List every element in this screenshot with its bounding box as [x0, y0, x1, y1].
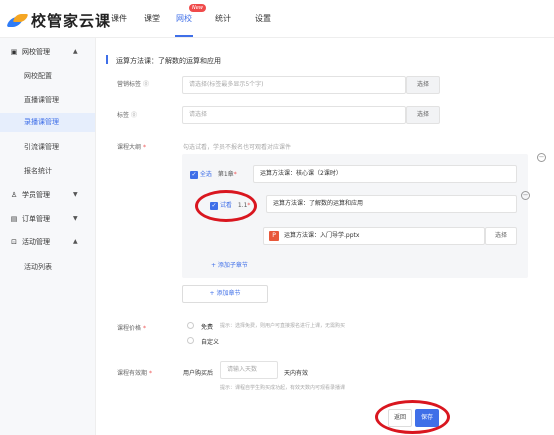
sidebar-group-orders[interactable]: ▤ 订单管理 [10, 214, 50, 224]
help-icon: ⓪ [142, 81, 149, 88]
chevron-down-icon[interactable]: ▼ [73, 215, 78, 222]
price-custom-label[interactable]: 自定义 [201, 337, 219, 346]
file-select-button[interactable]: 选择 [485, 227, 517, 245]
tags-label: 标签 ⓪ [117, 112, 137, 119]
price-free-hint: 提示：选择免费，则用户可直接报名进行上课，无需购买 [220, 323, 346, 329]
marketing-tag-label: 营销标签 ⓪ [117, 81, 149, 88]
chevron-up-icon[interactable]: ▲ [73, 48, 78, 55]
app-logo[interactable]: 校管家云课 [6, 10, 112, 31]
sidebar-item-live-courses[interactable]: 直播课管理 [24, 95, 59, 105]
gift-icon: ⊡ [11, 238, 17, 246]
top-bar: 校管家云课 课件 课堂 网校 New 统计 设置 [0, 0, 554, 38]
sidebar-group-students[interactable]: ♙ 学员管理 [10, 190, 50, 200]
price-free-label[interactable]: 免费 [201, 322, 213, 331]
nav-classroom[interactable]: 课堂 [144, 13, 160, 24]
validity-hint: 提示：课程自学生购买成功起，有效天数内可观看录播课 [220, 385, 346, 391]
sidebar-item-activity-list[interactable]: 活动列表 [24, 262, 52, 272]
validity-label: 课程有效期 * [117, 370, 152, 377]
sidebar-item-lead-courses[interactable]: 引流课管理 [24, 142, 59, 152]
marketing-tag-input[interactable]: 请选择(标签最多显示5个字) [182, 76, 406, 94]
chevron-up-icon[interactable]: ▲ [73, 238, 78, 245]
add-sub-section-link[interactable]: + 添加子章节 [211, 260, 248, 269]
add-chapter-button[interactable]: + 添加章节 [182, 285, 268, 303]
monitor-icon: ▣ [10, 48, 18, 56]
select-all-checkbox[interactable]: ✓ [190, 170, 198, 179]
sidebar-item-config[interactable]: 网校配置 [24, 71, 52, 81]
nav-online-school[interactable]: 网校 [176, 13, 192, 24]
annotation-circle-trial [195, 190, 257, 222]
chapter-number: 第1章 [217, 171, 234, 178]
nav-courseware[interactable]: 课件 [111, 13, 127, 24]
chapter-row-controls: ✓ 全选 第1章* [190, 170, 237, 179]
remove-section-icon[interactable]: − [521, 191, 530, 200]
app-name: 校管家云课 [31, 12, 112, 30]
section-title-input[interactable]: 运算方法课：了解数的运算和应用 [266, 195, 517, 213]
chapter-title-input[interactable]: 运算方法课：核心课（2课时） [253, 165, 517, 183]
new-badge: New [189, 4, 206, 12]
price-custom-radio[interactable] [187, 337, 194, 344]
tags-input[interactable]: 请选择 [182, 106, 406, 124]
price-free-radio[interactable] [187, 322, 194, 329]
file-name: 运算方法课：入门导学.pptx [284, 232, 360, 239]
sidebar: ▣ 网校管理 ▲ 网校配置 直播课管理 录播课管理 引流课管理 报名统计 ♙ 学员管… [0, 38, 96, 435]
nav-statistics[interactable]: 统计 [215, 13, 231, 24]
logo-icon [6, 13, 29, 28]
tags-select-button[interactable]: 选择 [406, 106, 440, 124]
sidebar-item-recorded-courses[interactable]: 录播课管理 [0, 113, 95, 132]
pptx-file-icon: P [269, 231, 279, 241]
remove-chapter-icon[interactable]: − [537, 153, 546, 162]
sidebar-item-enrollment-stats[interactable]: 报名统计 [24, 166, 52, 176]
nav-settings[interactable]: 设置 [255, 13, 271, 24]
user-icon: ♙ [10, 191, 18, 199]
section-accent-bar [106, 55, 108, 64]
chevron-down-icon[interactable]: ▼ [73, 191, 78, 198]
validity-suffix: 天内有效 [284, 370, 309, 377]
help-icon: ⓪ [130, 112, 137, 119]
document-icon: ▤ [10, 215, 18, 223]
outline-label: 课程大纲 * [117, 144, 146, 151]
validity-prefix: 用户购买后 [183, 370, 214, 377]
section-title: 运算方法课：了解数的运算和应用 [116, 57, 221, 65]
validity-days-input[interactable]: 请输入天数 [220, 361, 278, 379]
select-all-label[interactable]: 全选 [200, 171, 212, 178]
marketing-tag-select-button[interactable]: 选择 [406, 76, 440, 94]
annotation-circle-actions [375, 400, 450, 434]
attached-file[interactable]: P 运算方法课：入门导学.pptx [263, 227, 485, 245]
sidebar-group-online-school[interactable]: ▣ 网校管理 [10, 47, 50, 57]
price-label: 课程价格 * [117, 325, 146, 332]
outline-hint: 勾选试看，学员不报名也可观看对应课件 [183, 144, 292, 151]
active-nav-indicator [175, 35, 193, 37]
sidebar-group-activities[interactable]: ⊡ 活动管理 [10, 237, 50, 247]
